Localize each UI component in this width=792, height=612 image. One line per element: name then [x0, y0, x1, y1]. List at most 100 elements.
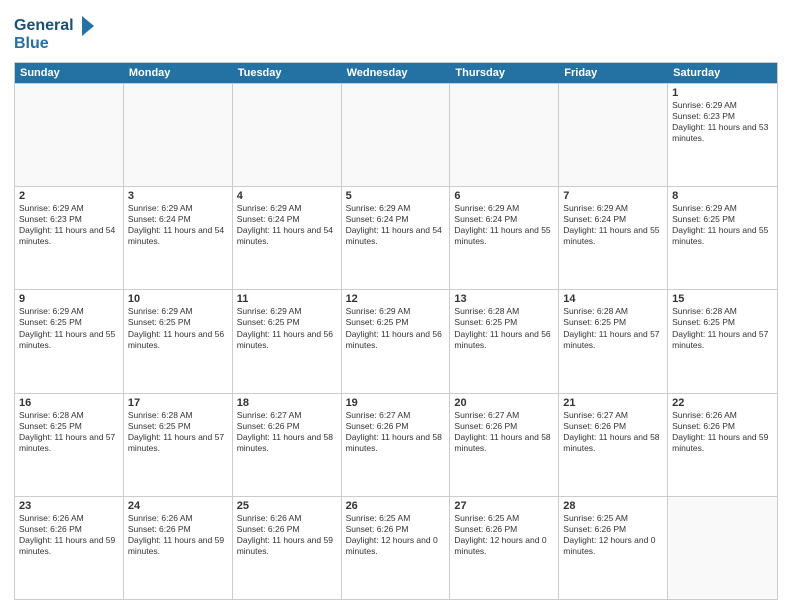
day-info: Sunrise: 6:25 AM Sunset: 6:26 PM Dayligh…	[563, 513, 663, 557]
day-number: 4	[237, 190, 337, 202]
day-info: Sunrise: 6:29 AM Sunset: 6:24 PM Dayligh…	[454, 203, 554, 247]
day-number: 25	[237, 500, 337, 512]
day-cell-21: 21Sunrise: 6:27 AM Sunset: 6:26 PM Dayli…	[559, 394, 668, 496]
day-cell-24: 24Sunrise: 6:26 AM Sunset: 6:26 PM Dayli…	[124, 497, 233, 599]
day-cell-3: 3Sunrise: 6:29 AM Sunset: 6:24 PM Daylig…	[124, 187, 233, 289]
day-cell-empty	[450, 84, 559, 186]
day-cell-10: 10Sunrise: 6:29 AM Sunset: 6:25 PM Dayli…	[124, 290, 233, 392]
day-info: Sunrise: 6:27 AM Sunset: 6:26 PM Dayligh…	[237, 410, 337, 454]
week-row-4: 23Sunrise: 6:26 AM Sunset: 6:26 PM Dayli…	[15, 496, 777, 599]
day-cell-15: 15Sunrise: 6:28 AM Sunset: 6:25 PM Dayli…	[668, 290, 777, 392]
day-cell-20: 20Sunrise: 6:27 AM Sunset: 6:26 PM Dayli…	[450, 394, 559, 496]
day-info: Sunrise: 6:28 AM Sunset: 6:25 PM Dayligh…	[563, 306, 663, 350]
day-info: Sunrise: 6:28 AM Sunset: 6:25 PM Dayligh…	[128, 410, 228, 454]
header-day-friday: Friday	[559, 63, 668, 83]
day-info: Sunrise: 6:29 AM Sunset: 6:24 PM Dayligh…	[563, 203, 663, 247]
day-cell-empty	[342, 84, 451, 186]
day-cell-empty	[668, 497, 777, 599]
day-info: Sunrise: 6:29 AM Sunset: 6:25 PM Dayligh…	[19, 306, 119, 350]
day-cell-16: 16Sunrise: 6:28 AM Sunset: 6:25 PM Dayli…	[15, 394, 124, 496]
day-cell-9: 9Sunrise: 6:29 AM Sunset: 6:25 PM Daylig…	[15, 290, 124, 392]
day-number: 8	[672, 190, 773, 202]
header-day-monday: Monday	[124, 63, 233, 83]
day-number: 24	[128, 500, 228, 512]
day-cell-17: 17Sunrise: 6:28 AM Sunset: 6:25 PM Dayli…	[124, 394, 233, 496]
day-info: Sunrise: 6:25 AM Sunset: 6:26 PM Dayligh…	[454, 513, 554, 557]
calendar-header: SundayMondayTuesdayWednesdayThursdayFrid…	[15, 63, 777, 83]
day-cell-19: 19Sunrise: 6:27 AM Sunset: 6:26 PM Dayli…	[342, 394, 451, 496]
day-number: 28	[563, 500, 663, 512]
day-cell-12: 12Sunrise: 6:29 AM Sunset: 6:25 PM Dayli…	[342, 290, 451, 392]
header-day-sunday: Sunday	[15, 63, 124, 83]
day-info: Sunrise: 6:29 AM Sunset: 6:24 PM Dayligh…	[346, 203, 446, 247]
day-cell-22: 22Sunrise: 6:26 AM Sunset: 6:26 PM Dayli…	[668, 394, 777, 496]
day-number: 18	[237, 397, 337, 409]
day-number: 22	[672, 397, 773, 409]
day-info: Sunrise: 6:27 AM Sunset: 6:26 PM Dayligh…	[346, 410, 446, 454]
day-info: Sunrise: 6:25 AM Sunset: 6:26 PM Dayligh…	[346, 513, 446, 557]
logo: GeneralBlue	[14, 12, 104, 56]
day-info: Sunrise: 6:26 AM Sunset: 6:26 PM Dayligh…	[672, 410, 773, 454]
day-number: 13	[454, 293, 554, 305]
calendar-body: 1Sunrise: 6:29 AM Sunset: 6:23 PM Daylig…	[15, 83, 777, 599]
day-cell-empty	[124, 84, 233, 186]
week-row-0: 1Sunrise: 6:29 AM Sunset: 6:23 PM Daylig…	[15, 83, 777, 186]
day-number: 10	[128, 293, 228, 305]
day-number: 7	[563, 190, 663, 202]
day-number: 11	[237, 293, 337, 305]
week-row-2: 9Sunrise: 6:29 AM Sunset: 6:25 PM Daylig…	[15, 289, 777, 392]
day-info: Sunrise: 6:26 AM Sunset: 6:26 PM Dayligh…	[19, 513, 119, 557]
day-info: Sunrise: 6:29 AM Sunset: 6:23 PM Dayligh…	[672, 100, 773, 144]
day-info: Sunrise: 6:29 AM Sunset: 6:24 PM Dayligh…	[237, 203, 337, 247]
day-number: 17	[128, 397, 228, 409]
day-info: Sunrise: 6:27 AM Sunset: 6:26 PM Dayligh…	[454, 410, 554, 454]
day-info: Sunrise: 6:28 AM Sunset: 6:25 PM Dayligh…	[19, 410, 119, 454]
day-cell-4: 4Sunrise: 6:29 AM Sunset: 6:24 PM Daylig…	[233, 187, 342, 289]
day-cell-14: 14Sunrise: 6:28 AM Sunset: 6:25 PM Dayli…	[559, 290, 668, 392]
day-number: 1	[672, 87, 773, 99]
week-row-3: 16Sunrise: 6:28 AM Sunset: 6:25 PM Dayli…	[15, 393, 777, 496]
day-cell-6: 6Sunrise: 6:29 AM Sunset: 6:24 PM Daylig…	[450, 187, 559, 289]
day-number: 16	[19, 397, 119, 409]
day-cell-2: 2Sunrise: 6:29 AM Sunset: 6:23 PM Daylig…	[15, 187, 124, 289]
day-number: 12	[346, 293, 446, 305]
logo-svg: GeneralBlue	[14, 12, 104, 56]
day-cell-8: 8Sunrise: 6:29 AM Sunset: 6:25 PM Daylig…	[668, 187, 777, 289]
header-day-wednesday: Wednesday	[342, 63, 451, 83]
day-number: 21	[563, 397, 663, 409]
day-number: 5	[346, 190, 446, 202]
header-day-tuesday: Tuesday	[233, 63, 342, 83]
day-info: Sunrise: 6:29 AM Sunset: 6:23 PM Dayligh…	[19, 203, 119, 247]
day-cell-26: 26Sunrise: 6:25 AM Sunset: 6:26 PM Dayli…	[342, 497, 451, 599]
day-cell-empty	[15, 84, 124, 186]
svg-text:General: General	[14, 17, 74, 34]
day-info: Sunrise: 6:26 AM Sunset: 6:26 PM Dayligh…	[128, 513, 228, 557]
day-info: Sunrise: 6:28 AM Sunset: 6:25 PM Dayligh…	[454, 306, 554, 350]
day-number: 6	[454, 190, 554, 202]
day-info: Sunrise: 6:29 AM Sunset: 6:25 PM Dayligh…	[128, 306, 228, 350]
day-cell-13: 13Sunrise: 6:28 AM Sunset: 6:25 PM Dayli…	[450, 290, 559, 392]
svg-text:Blue: Blue	[14, 35, 49, 52]
day-cell-empty	[559, 84, 668, 186]
day-cell-28: 28Sunrise: 6:25 AM Sunset: 6:26 PM Dayli…	[559, 497, 668, 599]
day-number: 26	[346, 500, 446, 512]
day-number: 3	[128, 190, 228, 202]
day-number: 23	[19, 500, 119, 512]
day-number: 19	[346, 397, 446, 409]
header-day-saturday: Saturday	[668, 63, 777, 83]
day-number: 15	[672, 293, 773, 305]
day-number: 9	[19, 293, 119, 305]
page: GeneralBlue SundayMondayTuesdayWednesday…	[0, 0, 792, 612]
week-row-1: 2Sunrise: 6:29 AM Sunset: 6:23 PM Daylig…	[15, 186, 777, 289]
day-info: Sunrise: 6:27 AM Sunset: 6:26 PM Dayligh…	[563, 410, 663, 454]
header: GeneralBlue	[14, 12, 778, 56]
day-cell-7: 7Sunrise: 6:29 AM Sunset: 6:24 PM Daylig…	[559, 187, 668, 289]
day-cell-25: 25Sunrise: 6:26 AM Sunset: 6:26 PM Dayli…	[233, 497, 342, 599]
day-cell-23: 23Sunrise: 6:26 AM Sunset: 6:26 PM Dayli…	[15, 497, 124, 599]
day-cell-27: 27Sunrise: 6:25 AM Sunset: 6:26 PM Dayli…	[450, 497, 559, 599]
header-day-thursday: Thursday	[450, 63, 559, 83]
day-number: 27	[454, 500, 554, 512]
day-number: 14	[563, 293, 663, 305]
day-cell-5: 5Sunrise: 6:29 AM Sunset: 6:24 PM Daylig…	[342, 187, 451, 289]
day-info: Sunrise: 6:29 AM Sunset: 6:25 PM Dayligh…	[346, 306, 446, 350]
